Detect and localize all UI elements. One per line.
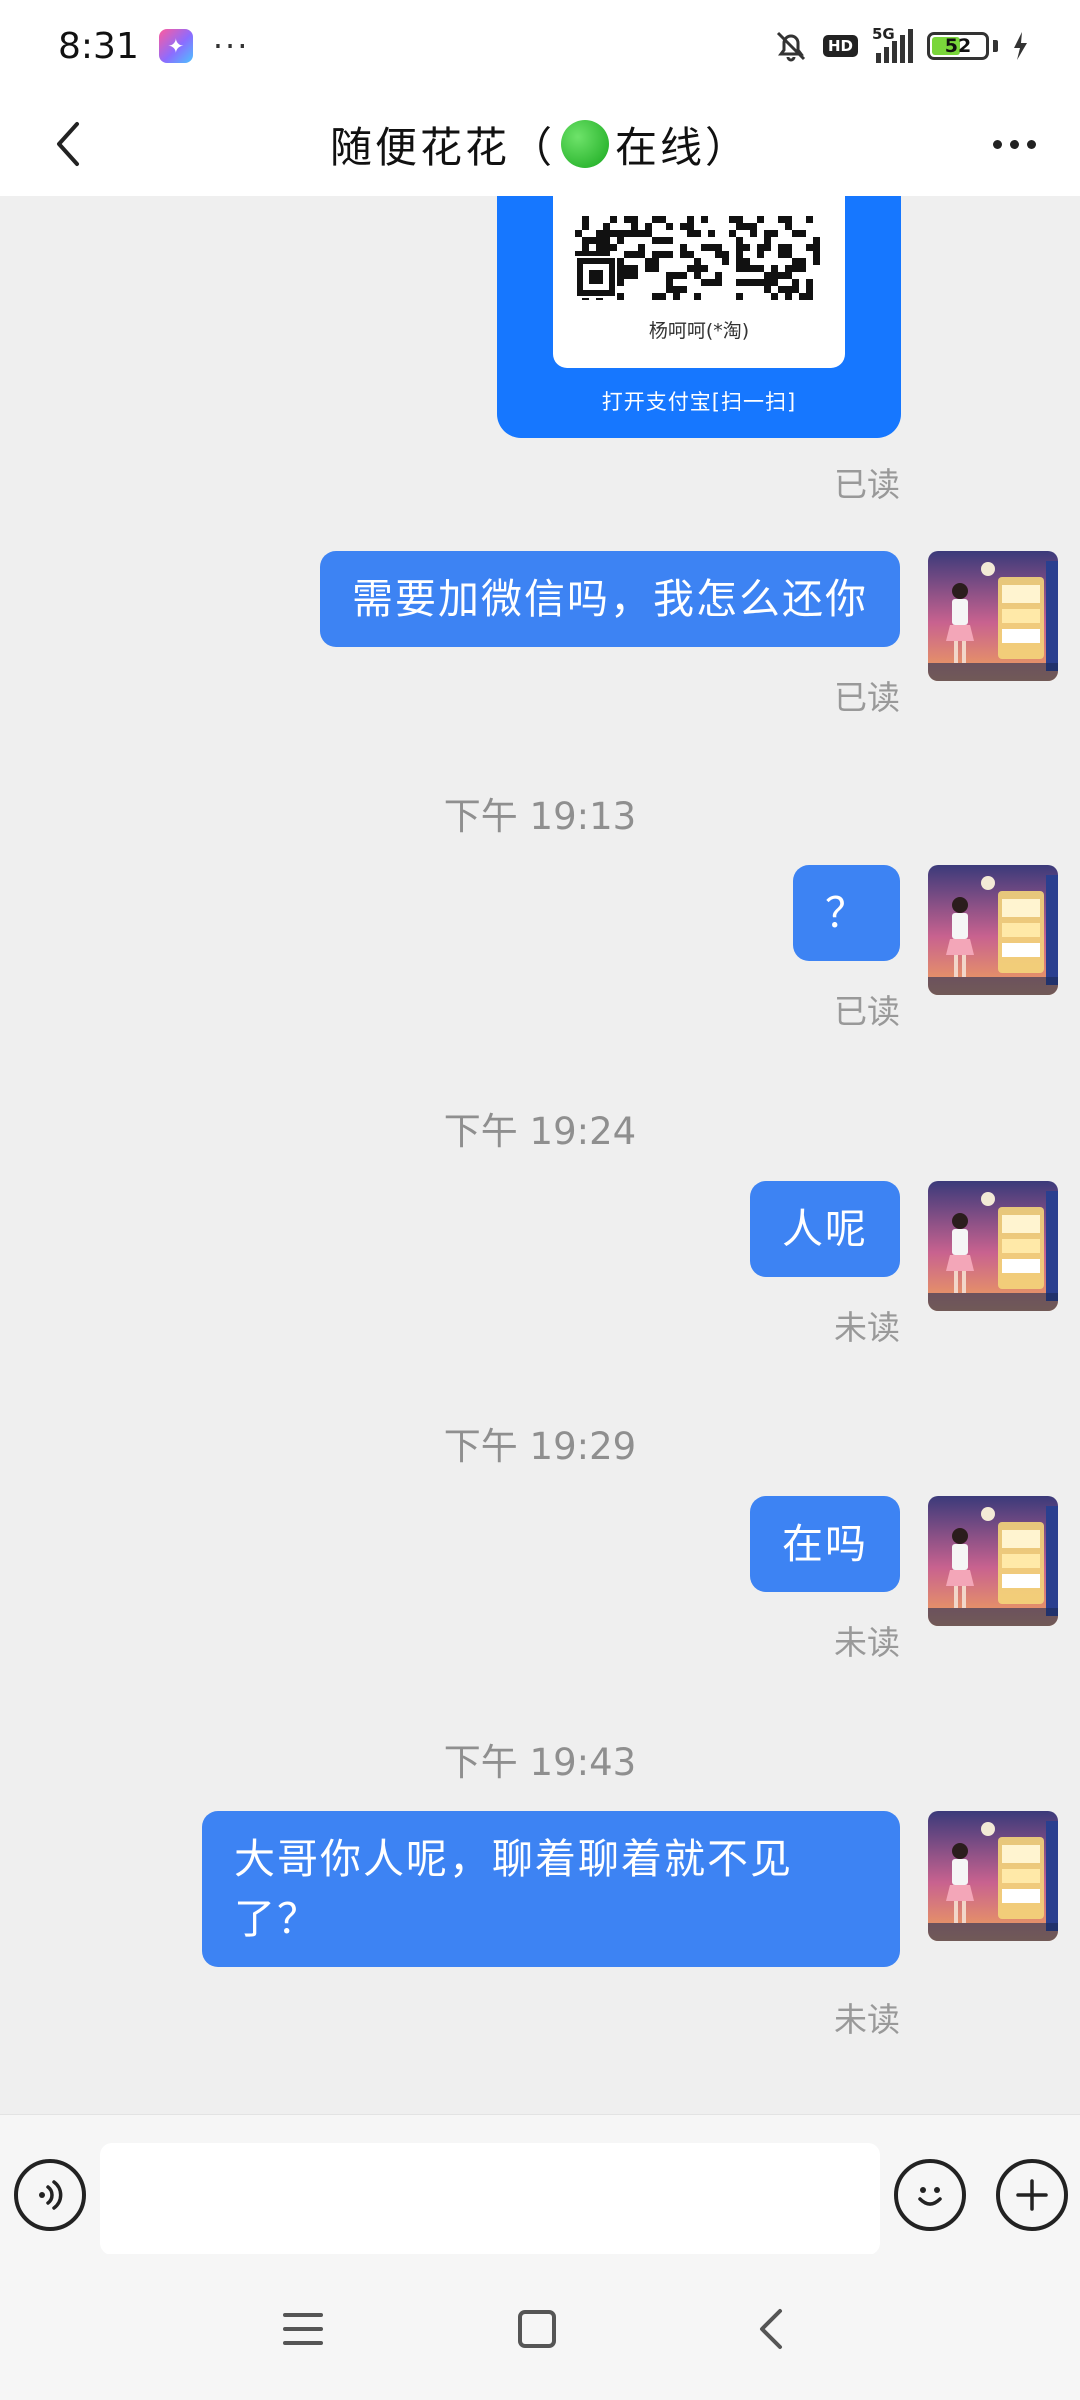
qr-card-inner: 杨呵呵(*淘): [553, 196, 845, 368]
voice-icon: [39, 2180, 63, 2210]
read-receipt: 未读: [834, 1623, 900, 1662]
message-bubble[interactable]: ？: [793, 865, 900, 961]
qr-caption: 打开支付宝[扫一扫]: [601, 390, 797, 414]
status-more-icon: ···: [212, 27, 250, 65]
message-line: 了？: [234, 1895, 320, 1943]
avatar[interactable]: [928, 1811, 1058, 1941]
signal-icon: 5G: [872, 25, 913, 63]
message-bubble[interactable]: 大哥你人呢，聊着聊着就不见 了？: [202, 1811, 900, 1967]
message-list[interactable]: 杨呵呵(*淘) 打开支付宝[扫一扫] 已读 需要加微信吗，我怎么还你 已读 下午…: [0, 196, 1080, 2114]
qr-payment-card[interactable]: 杨呵呵(*淘) 打开支付宝[扫一扫]: [497, 196, 901, 438]
message-bubble[interactable]: 人呢: [750, 1181, 900, 1277]
message-bubble[interactable]: 需要加微信吗，我怎么还你: [320, 551, 900, 647]
game-app-icon: ✦: [158, 29, 193, 63]
status-time: 8:31: [58, 25, 139, 67]
online-status-icon: [561, 120, 609, 168]
contact-name: 随便花花: [329, 122, 510, 172]
avatar-image: [928, 1181, 1058, 1311]
chat-header: 随便花花 （ 在线 ）: [0, 92, 1080, 196]
voice-button[interactable]: [14, 2159, 86, 2231]
status-right: HD 5G 52: [773, 25, 1028, 64]
more-options-button[interactable]: [984, 122, 1044, 166]
square-icon: [518, 2310, 556, 2348]
message-timestamp: 下午 19:43: [443, 1741, 637, 1784]
plus-icon: [1016, 2179, 1048, 2211]
chevron-left-icon: [57, 122, 79, 166]
battery-nub: [993, 40, 998, 52]
message-timestamp: 下午 19:29: [443, 1425, 637, 1468]
charging-bolt-icon: [1012, 32, 1028, 60]
avatar-image: [928, 1496, 1058, 1626]
avatar-image: [928, 551, 1058, 681]
network-type: 5G: [872, 25, 895, 43]
input-bar: [0, 2114, 1080, 2255]
chevron-left-icon: [760, 2309, 782, 2349]
avatar-image: [928, 1811, 1058, 1941]
page-title: 随便花花 （ 在线 ）: [330, 114, 750, 175]
nav-home-button[interactable]: [502, 2294, 572, 2364]
more-dot: [1009, 139, 1019, 149]
avatar[interactable]: [928, 1181, 1058, 1311]
title-paren-open: （: [509, 122, 555, 172]
battery-icon: 52: [927, 32, 989, 60]
qr-code-image: [575, 216, 820, 300]
battery-level: 52: [944, 35, 972, 57]
read-receipt: 未读: [834, 1308, 900, 1347]
read-receipt: 已读: [834, 678, 900, 717]
message-timestamp: 下午 19:24: [443, 1110, 637, 1153]
read-receipt: 已读: [834, 465, 900, 504]
more-dot: [992, 139, 1002, 149]
menu-icon: [283, 2313, 323, 2345]
qr-account-name: 杨呵呵(*淘): [648, 320, 750, 342]
message-input[interactable]: [100, 2143, 880, 2255]
emoji-button[interactable]: [894, 2159, 966, 2231]
message-line: 大哥你人呢，聊着聊着就不见: [234, 1835, 793, 1883]
avatar[interactable]: [928, 551, 1058, 681]
avatar-image: [928, 865, 1058, 995]
title-paren-close: ）: [705, 122, 751, 172]
message-bubble[interactable]: 在吗: [750, 1496, 900, 1592]
more-dot: [1026, 139, 1036, 149]
back-button[interactable]: [40, 116, 96, 172]
chat-screen: 8:31 ✦ ··· HD 5G 52 随便花花 （ 在线 ） 杨呵呵(*淘) …: [0, 0, 1080, 2400]
hd-badge: HD: [822, 35, 858, 57]
avatar[interactable]: [928, 865, 1058, 995]
nav-back-button[interactable]: [736, 2294, 806, 2364]
nav-menu-button[interactable]: [268, 2294, 338, 2364]
online-status-text: 在线: [615, 122, 706, 172]
read-receipt: 已读: [834, 992, 900, 1031]
message-timestamp: 下午 19:13: [443, 795, 637, 838]
status-bar: 8:31 ✦ ··· HD 5G 52: [0, 0, 1080, 92]
mute-bell-icon: [773, 28, 809, 64]
plus-button[interactable]: [996, 2159, 1068, 2231]
smile-icon: [918, 2187, 942, 2206]
read-receipt: 未读: [834, 2000, 900, 2039]
avatar[interactable]: [928, 1496, 1058, 1626]
system-nav-bar: [0, 2254, 1080, 2400]
